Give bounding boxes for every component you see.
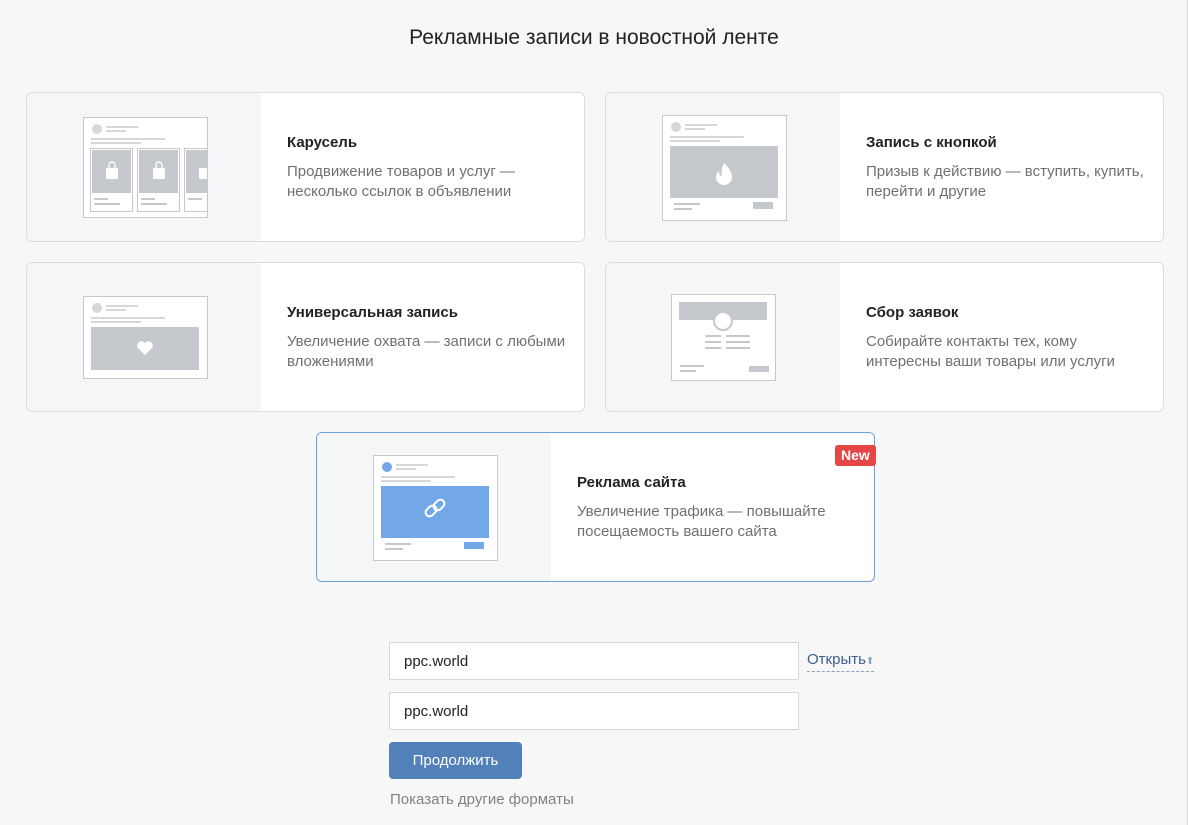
format-name: Запись с кнопкой	[866, 134, 997, 151]
title-input[interactable]	[389, 692, 799, 730]
format-desc: Призыв к действию — вступить, купить, пе…	[866, 163, 1144, 200]
open-link[interactable]: Открыть⬆	[807, 651, 875, 672]
lead-form-preview	[606, 263, 840, 411]
format-card-carousel[interactable]: Карусель Продвижение товаров и услуг — н…	[26, 92, 585, 242]
format-card-button-post[interactable]: Запись с кнопкой Призыв к действию — вст…	[605, 92, 1164, 242]
format-card-lead-form[interactable]: Сбор заявок Собирайте контакты тех, кому…	[605, 262, 1164, 412]
page-title: Рекламные записи в новостной ленте	[409, 26, 779, 49]
continue-button[interactable]: Продолжить	[389, 742, 522, 779]
format-desc: Собирайте контакты тех, кому интересны в…	[866, 333, 1115, 370]
format-desc: Продвижение товаров и услуг — несколько …	[287, 163, 516, 200]
carousel-preview	[27, 93, 261, 241]
arrow-up-icon: ⬆	[865, 656, 875, 667]
format-desc: Увеличение охвата — записи с любыми влож…	[287, 333, 566, 370]
new-badge: New	[835, 445, 876, 466]
format-name: Реклама сайта	[577, 474, 686, 491]
website-ads-preview	[317, 433, 551, 581]
url-input[interactable]	[389, 642, 799, 680]
open-link-label: Открыть	[807, 651, 866, 668]
format-card-website-ads[interactable]: Реклама сайта Увеличение трафика — повыш…	[316, 432, 875, 582]
format-name: Карусель	[287, 134, 358, 151]
format-desc: Увеличение трафика — повышайте посещаемо…	[577, 503, 826, 540]
button-post-preview	[606, 93, 840, 241]
format-name: Универсальная запись	[287, 304, 458, 321]
format-card-universal[interactable]: Универсальная запись Увеличение охвата —…	[26, 262, 585, 412]
show-other-formats-link[interactable]: Показать другие форматы	[390, 791, 574, 808]
universal-preview	[27, 263, 261, 411]
format-name: Сбор заявок	[866, 304, 959, 321]
